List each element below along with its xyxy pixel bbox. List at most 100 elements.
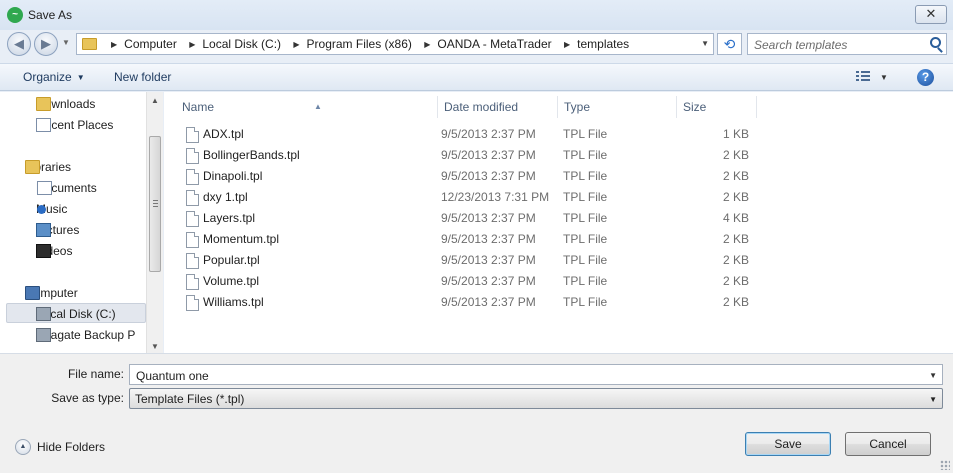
file-size: 4 KB — [722, 211, 749, 225]
file-size: 2 KB — [722, 148, 749, 162]
breadcrumb: ▶ Computer ▶ Local Disk (C:) ▶ Program File… — [102, 37, 629, 51]
organize-button[interactable]: Organize ▼ — [23, 70, 85, 84]
nav-item-seagate-backup[interactable]: Seagate Backup P — [36, 325, 146, 345]
file-row[interactable]: Volume.tpl 9/5/2013 2:37 PM TPL File 2 K… — [182, 271, 752, 292]
external-drive-icon — [36, 328, 51, 342]
file-row[interactable]: ADX.tpl 9/5/2013 2:37 PM TPL File 1 KB — [182, 124, 752, 145]
documents-icon — [37, 181, 52, 195]
search-icon[interactable] — [930, 37, 941, 48]
file-date: 9/5/2013 2:37 PM — [441, 148, 536, 162]
file-date: 9/5/2013 2:37 PM — [441, 253, 536, 267]
change-view-icon[interactable] — [856, 71, 870, 83]
grip-icon — [153, 200, 158, 207]
forward-button[interactable]: ▶ — [34, 32, 58, 56]
file-type: TPL File — [563, 169, 608, 183]
file-row[interactable]: Popular.tpl 9/5/2013 2:37 PM TPL File 2 … — [182, 250, 752, 271]
breadcrumb-item[interactable]: OANDA - MetaTrader — [437, 37, 551, 51]
view-options-dropdown[interactable]: ▼ — [880, 73, 888, 82]
file-type: TPL File — [563, 190, 608, 204]
file-type: TPL File — [563, 211, 608, 225]
file-icon — [186, 232, 199, 248]
command-bar: Organize ▼ New folder ▼ ? — [0, 63, 953, 91]
chevron-right-icon[interactable]: ▶ — [293, 40, 299, 49]
scrollbar-thumb[interactable] — [149, 136, 161, 272]
file-type: TPL File — [563, 274, 608, 288]
nav-item-downloads[interactable]: Downloads — [36, 94, 146, 114]
file-row[interactable]: Layers.tpl 9/5/2013 2:37 PM TPL File 4 K… — [182, 208, 752, 229]
chevron-right-icon[interactable]: ▶ — [424, 40, 430, 49]
nav-item-videos[interactable]: Videos — [36, 241, 146, 261]
file-name: ADX.tpl — [203, 127, 244, 141]
file-date: 9/5/2013 2:37 PM — [441, 211, 536, 225]
file-icon — [186, 211, 199, 227]
breadcrumb-item[interactable]: Program Files (x86) — [307, 37, 412, 51]
file-row[interactable]: Williams.tpl 9/5/2013 2:37 PM TPL File 2… — [182, 292, 752, 313]
breadcrumb-item[interactable]: Computer — [124, 37, 177, 51]
save-type-value: Template Files (*.tpl) — [135, 392, 245, 406]
column-header-name[interactable]: Name ▲ — [176, 96, 438, 118]
nav-item-music[interactable]: Music — [36, 199, 146, 219]
resize-grip-icon[interactable] — [940, 460, 950, 470]
column-header-label: Name — [182, 100, 215, 114]
nav-item-pictures[interactable]: Pictures — [36, 220, 146, 240]
file-icon — [186, 190, 199, 206]
file-name: dxy 1.tpl — [203, 190, 248, 204]
nav-item-documents[interactable]: Documents — [36, 178, 146, 198]
address-dropdown[interactable]: ▼ — [701, 39, 709, 48]
refresh-button[interactable]: ⟲ — [717, 33, 742, 55]
organize-label: Organize — [23, 70, 72, 84]
back-button[interactable]: ◀ — [7, 32, 31, 56]
chevron-down-icon[interactable]: ▼ — [929, 371, 937, 380]
file-name-input[interactable] — [136, 368, 916, 383]
file-row[interactable]: dxy 1.tpl 12/23/2013 7:31 PM TPL File 2 … — [182, 187, 752, 208]
file-list: Name ▲ Date modified Type Size ADX.tpl 9/… — [164, 92, 953, 353]
save-type-select[interactable]: Template Files (*.tpl) ▼ — [129, 388, 943, 409]
address-bar[interactable]: ▶ Computer ▶ Local Disk (C:) ▶ Program File… — [76, 33, 714, 55]
cancel-button[interactable]: Cancel — [845, 432, 931, 456]
nav-item-computer[interactable]: Computer — [25, 283, 135, 303]
breadcrumb-item[interactable]: Local Disk (C:) — [202, 37, 281, 51]
file-size: 2 KB — [722, 190, 749, 204]
arrow-right-icon: ▶ — [41, 36, 51, 51]
new-folder-button[interactable]: New folder — [114, 70, 171, 84]
file-icon — [186, 148, 199, 164]
pictures-icon — [36, 223, 51, 237]
breadcrumb-item[interactable]: templates — [577, 37, 629, 51]
column-header-label: Date modified — [444, 100, 519, 114]
scroll-up-icon[interactable]: ▲ — [151, 96, 159, 105]
save-type-label: Save as type: — [51, 391, 124, 405]
close-button[interactable]: ✕ — [915, 5, 947, 24]
column-header-date-modified[interactable]: Date modified — [438, 96, 558, 118]
chevron-right-icon[interactable]: ▶ — [111, 40, 117, 49]
nav-item-libraries[interactable]: Libraries — [25, 157, 135, 177]
scroll-down-icon[interactable]: ▼ — [151, 342, 159, 351]
help-icon[interactable]: ? — [917, 69, 934, 86]
nav-item-recent-places[interactable]: Recent Places — [36, 115, 146, 135]
file-icon — [186, 169, 199, 185]
libraries-icon — [25, 160, 40, 174]
file-name-combobox[interactable]: ▼ — [129, 364, 943, 385]
nav-item-local-disk[interactable]: Local Disk (C:) — [6, 303, 146, 323]
chevron-right-icon[interactable]: ▶ — [189, 40, 195, 49]
navigation-pane: Downloads Recent Places Libraries Docume… — [0, 92, 163, 353]
chevron-up-icon: ▲ — [15, 439, 31, 455]
column-header-size[interactable]: Size — [677, 96, 757, 118]
search-input[interactable] — [754, 37, 924, 52]
save-button[interactable]: Save — [745, 432, 831, 456]
file-row[interactable]: Momentum.tpl 9/5/2013 2:37 PM TPL File 2… — [182, 229, 752, 250]
file-row[interactable]: BollingerBands.tpl 9/5/2013 2:37 PM TPL … — [182, 145, 752, 166]
navigation-scrollbar[interactable]: ▲ ▼ — [146, 92, 163, 353]
file-date: 9/5/2013 2:37 PM — [441, 274, 536, 288]
file-type: TPL File — [563, 148, 608, 162]
search-box[interactable] — [747, 33, 947, 55]
hide-folders-label: Hide Folders — [37, 440, 106, 454]
file-name: Dinapoli.tpl — [203, 169, 263, 183]
refresh-icon: ⟲ — [723, 36, 736, 52]
videos-icon — [36, 244, 51, 258]
title-bar: ~ Save As ✕ — [0, 0, 953, 30]
chevron-right-icon[interactable]: ▶ — [564, 40, 570, 49]
column-header-type[interactable]: Type — [558, 96, 677, 118]
file-row[interactable]: Dinapoli.tpl 9/5/2013 2:37 PM TPL File 2… — [182, 166, 752, 187]
file-size: 2 KB — [722, 295, 749, 309]
recent-pages-dropdown[interactable]: ▼ — [62, 38, 70, 47]
